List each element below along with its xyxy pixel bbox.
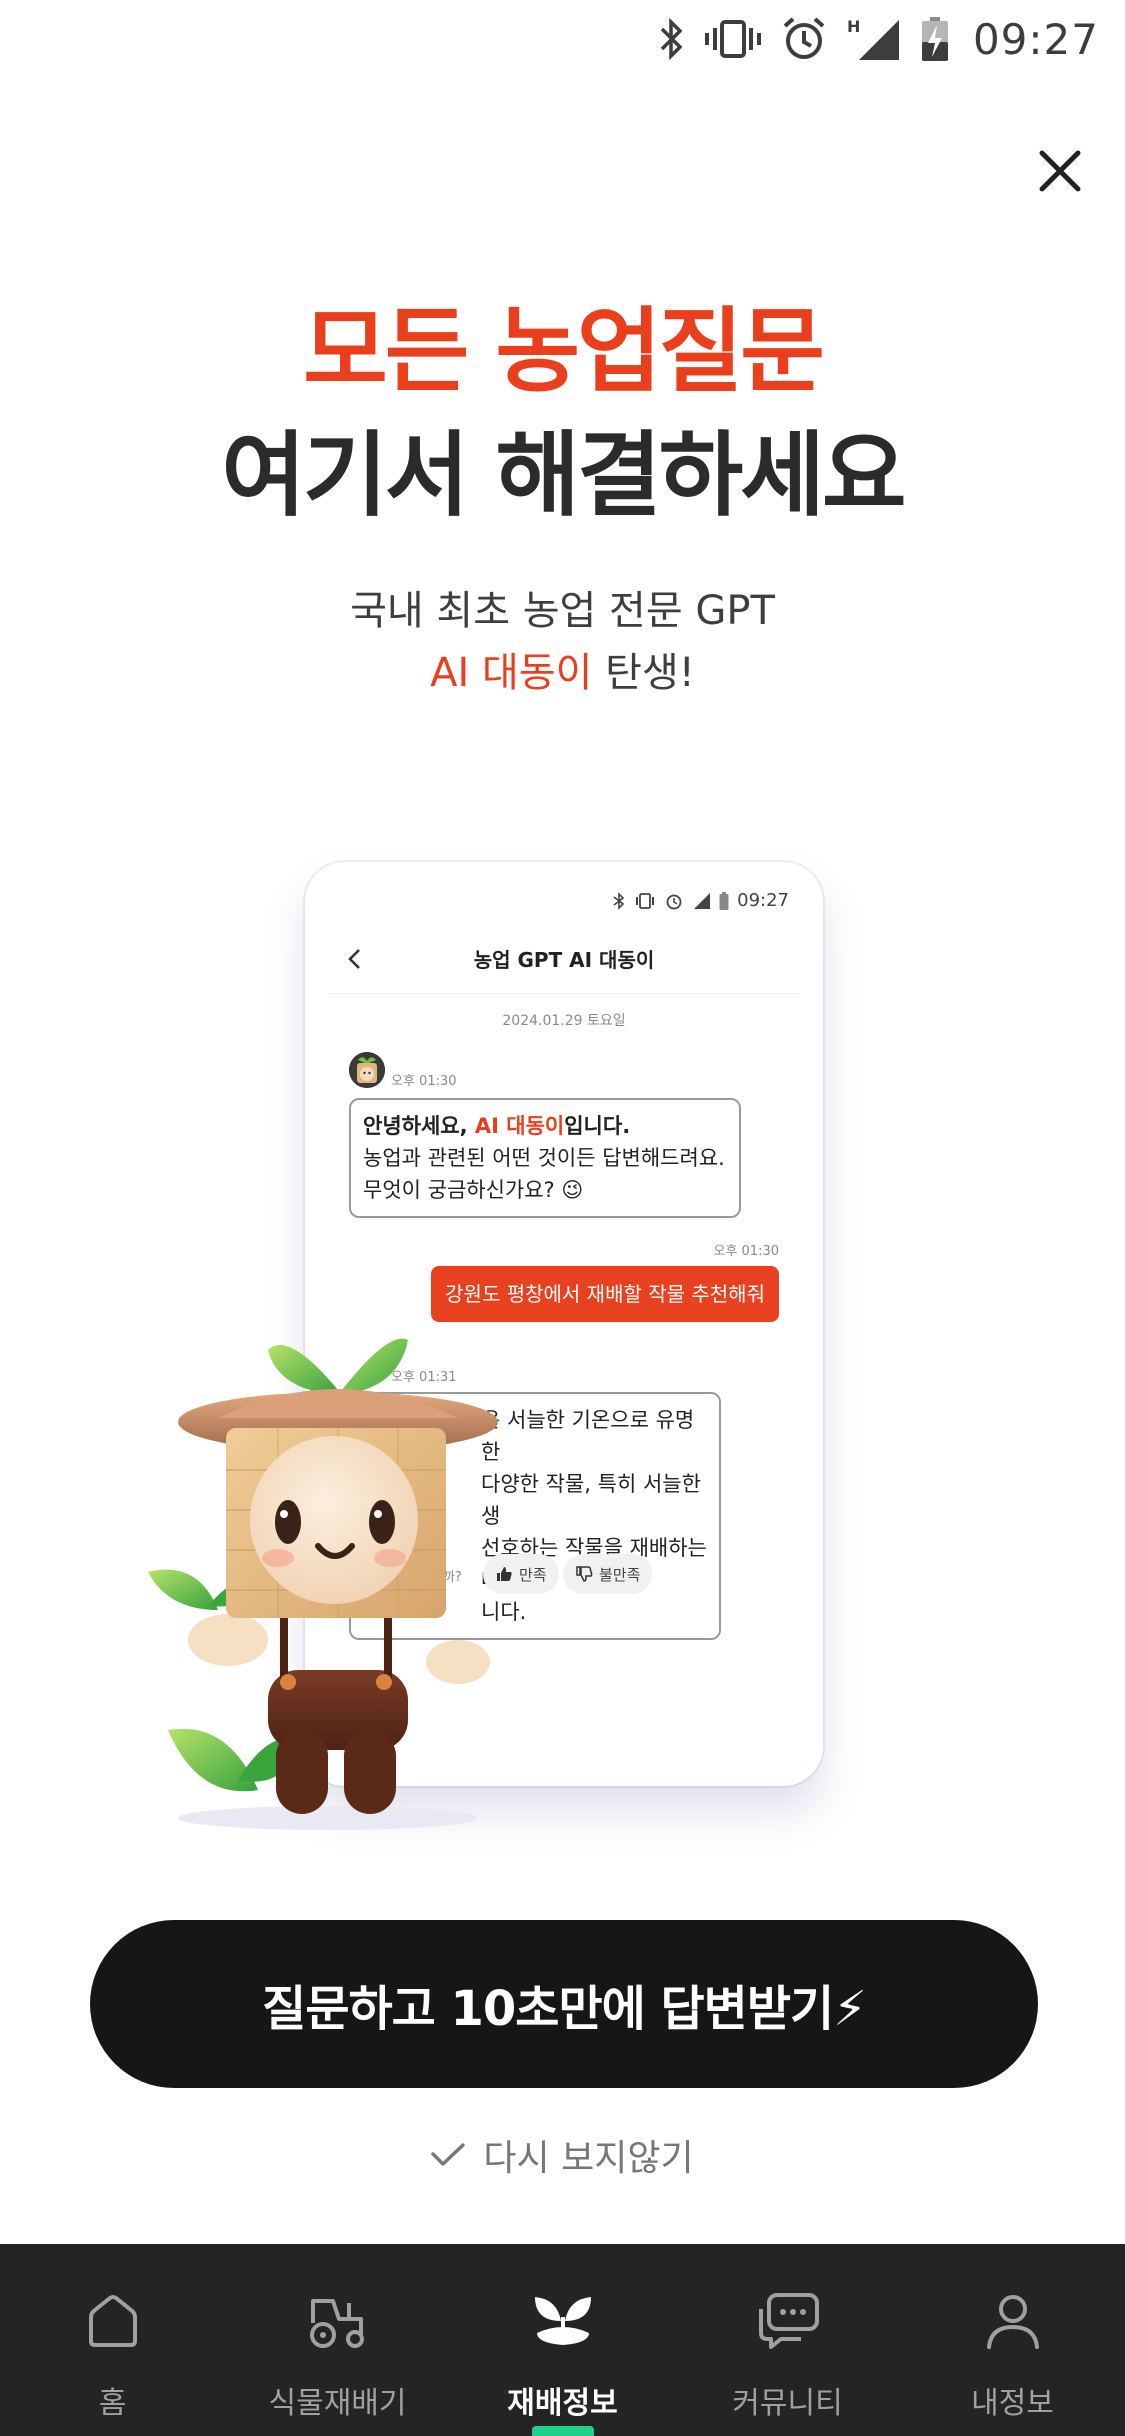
battery-charging-icon bbox=[719, 891, 729, 910]
ask-question-button[interactable]: 질문하고 10초만에 답변받기⚡ bbox=[90, 1920, 1038, 2088]
subtitle-rest: 탄생! bbox=[592, 650, 695, 696]
tractor-icon bbox=[309, 2299, 364, 2348]
nav-item-plant-grower[interactable]: 식물재배기 bbox=[225, 2244, 450, 2436]
nav-label: 식물재배기 bbox=[268, 2386, 407, 2421]
hero-subtitle: 국내 최초 농업 전문 GPT AI 대동이 탄생! bbox=[0, 580, 1125, 704]
vibrate-icon bbox=[636, 892, 655, 909]
bot-avatar bbox=[349, 1052, 385, 1088]
feedback-bad-button: 불만족 bbox=[563, 1554, 653, 1594]
phone-status-time: 09:27 bbox=[737, 890, 789, 911]
hero-headline: 모든 농업질문 여기서 해결하세요 bbox=[0, 290, 1125, 538]
phone-status-bar: 09:27 bbox=[613, 890, 789, 911]
nav-label: 홈 bbox=[98, 2386, 127, 2421]
bot-message-line: 무엇이 궁금하신가요? 😉 bbox=[363, 1178, 584, 1202]
subtitle-line-1: 국내 최초 농업 전문 GPT bbox=[350, 588, 775, 634]
status-time: 09:27 bbox=[972, 14, 1099, 64]
mascot-illustration bbox=[138, 1310, 518, 1830]
bottom-navigation: 홈 식물재배기 재배정보 커뮤니티 내정보 bbox=[0, 2244, 1125, 2436]
chat-bubbles-icon bbox=[758, 2293, 819, 2349]
bluetooth-icon bbox=[613, 891, 625, 910]
close-icon bbox=[1039, 150, 1081, 192]
nav-item-home[interactable]: 홈 bbox=[0, 2244, 225, 2436]
headline-line-2: 여기서 해결하세요 bbox=[221, 422, 906, 529]
close-button[interactable] bbox=[1017, 128, 1103, 214]
nav-label: 재배정보 bbox=[507, 2386, 618, 2421]
message-time: 오후 01:30 bbox=[713, 1244, 779, 1259]
status-bar: H 09:27 bbox=[0, 0, 1125, 78]
svg-text:H: H bbox=[847, 17, 860, 36]
vibrate-icon bbox=[704, 20, 761, 58]
bot-message-line: 안녕하세요, AI 대동이입니다. bbox=[363, 1114, 631, 1138]
sprout-icon bbox=[534, 2297, 591, 2345]
bot-message-line: 농업과 관련된 어떤 것이든 답변해드려요. bbox=[363, 1146, 725, 1170]
bluetooth-icon bbox=[660, 18, 683, 60]
dont-show-again-label: 다시 보지않기 bbox=[483, 2138, 694, 2179]
battery-charging-icon bbox=[921, 17, 948, 61]
nav-item-my-info[interactable]: 내정보 bbox=[900, 2244, 1125, 2436]
signal-icon: H bbox=[847, 17, 899, 60]
active-tab-indicator bbox=[532, 2426, 594, 2436]
nav-label: 내정보 bbox=[971, 2386, 1054, 2421]
nav-label: 커뮤니티 bbox=[732, 2386, 843, 2421]
bot-message-bubble: 안녕하세요, AI 대동이입니다. 농업과 관련된 어떤 것이든 답변해드려요.… bbox=[349, 1098, 741, 1218]
signal-icon bbox=[694, 892, 711, 909]
subtitle-accent: AI 대동이 bbox=[430, 650, 593, 696]
nav-item-cultivation-info[interactable]: 재배정보 bbox=[450, 2244, 675, 2436]
checkmark-icon bbox=[431, 2143, 466, 2166]
message-time: 오후 01:30 bbox=[391, 1074, 457, 1089]
phone-chat-header: 농업 GPT AI 대동이 bbox=[329, 932, 799, 994]
screen: H 09:27 모든 농업질문 여기서 해결하세요 국내 최초 농업 전문 GP… bbox=[0, 0, 1125, 2436]
nav-item-community[interactable]: 커뮤니티 bbox=[675, 2244, 900, 2436]
phone-chat-date: 2024.01.29 토요일 bbox=[502, 1013, 626, 1029]
thumbs-down-icon bbox=[576, 1566, 593, 1582]
headline-line-1: 모든 농업질문 bbox=[303, 298, 825, 405]
subtitle-line-2: AI 대동이 탄생! bbox=[0, 642, 1125, 704]
alarm-icon bbox=[666, 894, 682, 909]
home-icon bbox=[88, 2295, 137, 2347]
dont-show-again-toggle[interactable]: 다시 보지않기 bbox=[0, 2128, 1125, 2182]
alarm-icon bbox=[783, 17, 825, 59]
person-icon bbox=[986, 2295, 1039, 2349]
phone-chat-title: 농업 GPT AI 대동이 bbox=[473, 948, 655, 972]
